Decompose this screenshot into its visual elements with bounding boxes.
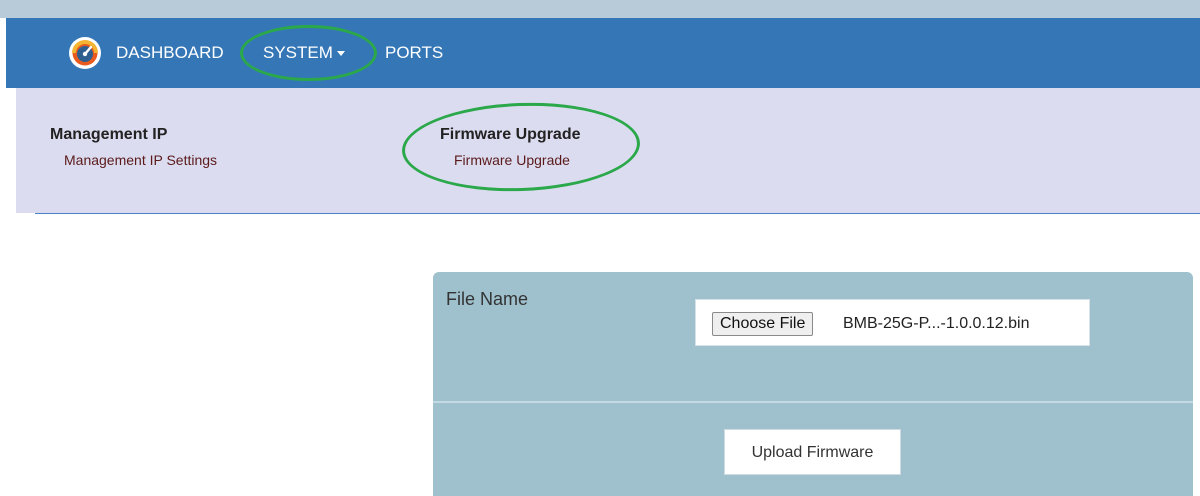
- nav-system-dropdown[interactable]: SYSTEM: [263, 18, 345, 88]
- system-submenu: Management IP Management IP Settings Fir…: [16, 88, 1200, 213]
- submenu-bottom-border: [35, 213, 1200, 214]
- nav-system-label: SYSTEM: [263, 43, 333, 62]
- selected-file-name: BMB-25G-P...-1.0.0.12.bin: [843, 315, 1030, 332]
- submenu-heading-management-ip: Management IP: [50, 126, 168, 143]
- submenu-heading-firmware-upgrade: Firmware Upgrade: [440, 126, 581, 143]
- speedometer-logo-icon: [69, 37, 101, 69]
- window-top-strip: [0, 0, 1200, 18]
- submenu-link-management-ip-settings[interactable]: Management IP Settings: [64, 152, 217, 168]
- panel-divider: [433, 401, 1193, 403]
- upload-firmware-button[interactable]: Upload Firmware: [724, 429, 901, 475]
- nav-ports[interactable]: PORTS: [385, 18, 443, 88]
- nav-dashboard-label: DASHBOARD: [116, 43, 224, 62]
- file-input[interactable]: Choose File BMB-25G-P...-1.0.0.12.bin: [695, 299, 1090, 346]
- nav-ports-label: PORTS: [385, 43, 444, 62]
- file-name-label: File Name: [446, 289, 529, 309]
- submenu-link-firmware-upgrade[interactable]: Firmware Upgrade: [454, 152, 570, 168]
- choose-file-button[interactable]: Choose File: [712, 312, 814, 336]
- top-navbar: DASHBOARD SYSTEM PORTS: [6, 18, 1200, 88]
- firmware-upload-panel: File Name Choose File BMB-25G-P...-1.0.0…: [433, 272, 1193, 496]
- caret-down-icon: [336, 51, 345, 57]
